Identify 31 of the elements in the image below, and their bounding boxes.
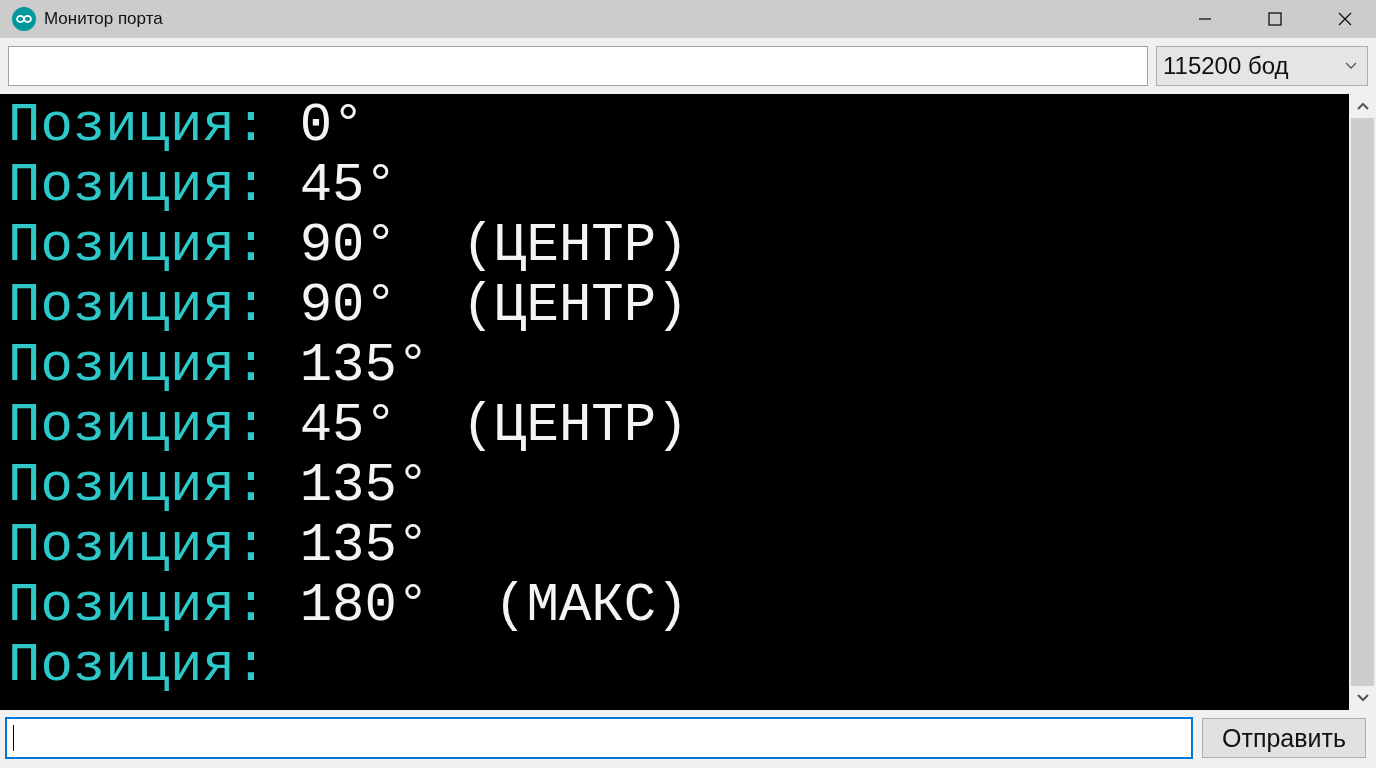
send-button[interactable]: Отправить xyxy=(1202,718,1366,758)
output-value: 180° (МАКС) xyxy=(299,575,689,636)
close-icon xyxy=(1337,11,1353,27)
output-value: 90° (ЦЕНТР) xyxy=(299,215,689,276)
output-label: Позиция: xyxy=(8,215,268,276)
output-label: Позиция: xyxy=(8,515,268,576)
output-label: Позиция: xyxy=(8,95,268,156)
output-value: 0° xyxy=(299,95,365,156)
output-value: 135° xyxy=(299,515,430,576)
chevron-down-icon xyxy=(1345,62,1357,70)
output-value: 135° xyxy=(299,455,430,516)
infinity-logo-icon xyxy=(12,7,36,31)
output-label: Позиция: xyxy=(8,635,268,696)
output-label: Позиция: xyxy=(8,335,268,396)
output-value: 135° xyxy=(299,335,430,396)
output-value: 90° (ЦЕНТР) xyxy=(299,275,689,336)
output-label: Позиция: xyxy=(8,155,268,216)
input-field[interactable] xyxy=(8,46,1148,86)
maximize-icon xyxy=(1267,11,1283,27)
output-label: Позиция: xyxy=(8,275,268,336)
minimize-icon xyxy=(1198,18,1212,20)
message-input-field[interactable] xyxy=(5,717,1193,759)
scroll-down-icon[interactable] xyxy=(1356,694,1369,702)
window-title: Монитор порта xyxy=(44,9,164,29)
scroll-up-icon[interactable] xyxy=(1356,102,1369,110)
baud-rate-dropdown[interactable]: 115200 бод xyxy=(1156,46,1368,86)
output-value: 45° (ЦЕНТР) xyxy=(299,395,689,456)
output-label: Позиция: xyxy=(8,395,268,456)
output-label: Позиция: xyxy=(8,455,268,516)
output-label: Позиция: xyxy=(8,575,268,636)
output-value: 45° xyxy=(299,155,397,216)
